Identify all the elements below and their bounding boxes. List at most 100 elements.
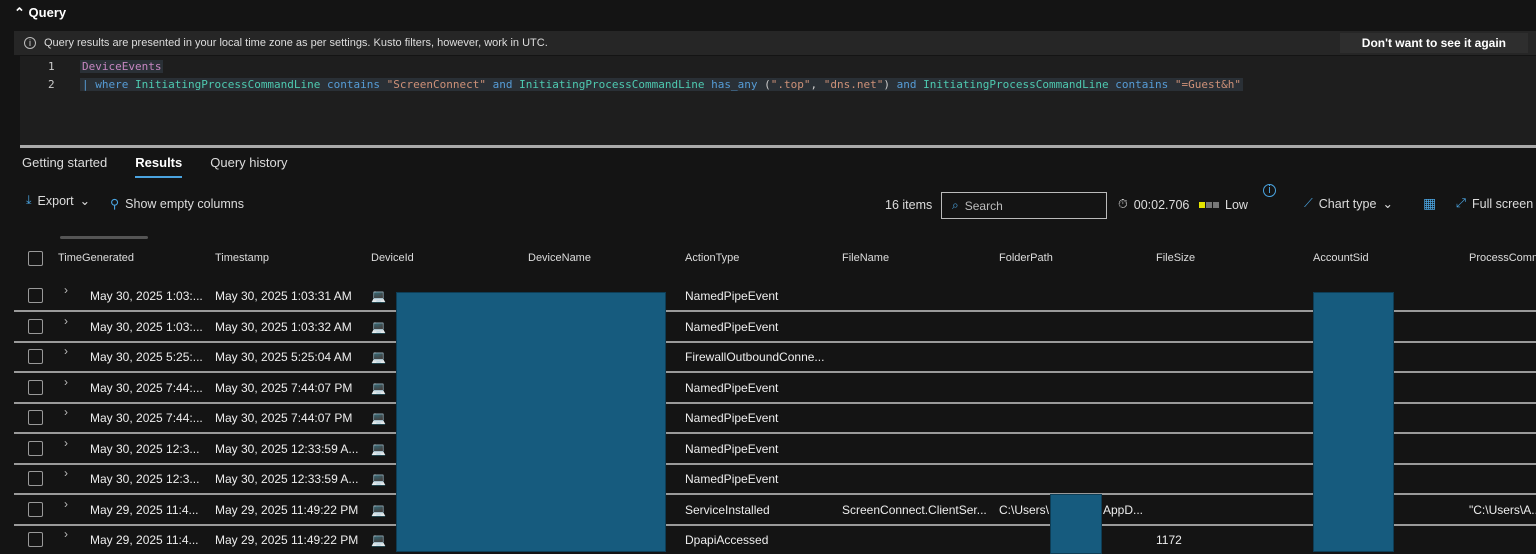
cell-tg: May 30, 2025 5:25:...	[90, 350, 203, 364]
row-checkbox[interactable]	[28, 288, 43, 303]
query-editor[interactable]: 1 DeviceEvents 2 | where InitiatingProcessC…	[20, 56, 1536, 146]
cell-tg: May 29, 2025 11:4...	[90, 502, 199, 517]
row-checkbox[interactable]	[28, 501, 43, 517]
device-icon: 💻	[371, 533, 386, 547]
query-title: Query	[28, 5, 67, 20]
row-checkbox[interactable]	[28, 440, 43, 456]
code-token: InitiatingProcessCommandLine	[134, 78, 321, 91]
cell-cmd: "C:\Users\A...	[1469, 502, 1536, 517]
column-header[interactable]: FileSize	[1156, 252, 1195, 264]
chart-icon: ⟋	[1304, 196, 1313, 210]
column-resize-handle[interactable]	[60, 236, 148, 239]
usage-meter-icon	[1199, 202, 1219, 208]
chevron-up-icon: ⌃	[14, 5, 25, 20]
column-header[interactable]: Timestamp	[215, 252, 269, 264]
code-token: has_any	[704, 78, 765, 91]
search-input[interactable]: ⌕ Search	[941, 192, 1107, 219]
chart-type-button[interactable]: ⟋ Chart type ⌄	[1304, 196, 1393, 211]
cell-folder: C:\Users\	[999, 502, 1050, 517]
row-checkbox[interactable]	[28, 532, 43, 547]
cell-file: ScreenConnect.ClientSer...	[842, 502, 987, 517]
cell-tg: May 29, 2025 11:4...	[90, 533, 199, 547]
columns-icon[interactable]: ▦	[1423, 195, 1436, 212]
cell-tg: May 30, 2025 1:03:...	[90, 289, 203, 303]
chart-type-label: Chart type	[1318, 196, 1377, 211]
redaction-box	[1313, 292, 1394, 552]
cell-action: NamedPipeEvent	[685, 380, 779, 395]
row-checkbox[interactable]	[28, 410, 43, 425]
device-icon: 💻	[371, 380, 386, 395]
row-checkbox[interactable]	[28, 349, 43, 364]
line-number: 1	[48, 60, 55, 73]
column-header[interactable]: ProcessComm	[1469, 252, 1536, 264]
row-checkbox[interactable]	[28, 471, 43, 486]
code-token: contains	[1108, 78, 1175, 91]
table-row[interactable]: › 💻 May 30, 2025 5:25:... May 30, 2025 5:25…	[0, 341, 1536, 371]
query-duration: ⏱ 00:02.706	[1118, 197, 1189, 212]
row-checkbox[interactable]	[28, 379, 43, 395]
full-screen-button[interactable]: ⤢ Full screen	[1456, 196, 1533, 211]
column-header[interactable]: AccountSid	[1313, 252, 1369, 264]
show-empty-columns-button[interactable]: ⚲ Show empty columns	[110, 196, 244, 212]
cell-action: NamedPipeEvent	[685, 411, 779, 425]
table-row[interactable]: › 💻 May 30, 2025 12:3... May 30, 2025 12:33…	[0, 463, 1536, 493]
code-token: and	[486, 78, 520, 91]
show-empty-label: Show empty columns	[125, 196, 244, 211]
column-header[interactable]: DeviceId	[371, 252, 414, 264]
device-icon: 💻	[371, 472, 386, 486]
cell-ts: May 30, 2025 7:44:07 PM	[215, 380, 353, 395]
export-label: Export	[37, 193, 74, 208]
device-icon: 💻	[371, 411, 386, 425]
tab-query-history[interactable]: Query history	[210, 155, 287, 178]
table-row[interactable]: › 💻 May 30, 2025 12:3... May 30, 2025 12:33…	[0, 433, 1536, 463]
editor-scrollbar[interactable]	[20, 145, 1536, 148]
column-header[interactable]: ActionType	[685, 252, 739, 264]
chevron-right-icon[interactable]: ›	[64, 405, 68, 419]
expand-icon: ⤢	[1456, 196, 1467, 210]
chevron-right-icon[interactable]: ›	[64, 497, 68, 511]
cell-action: NamedPipeEvent	[685, 289, 779, 303]
code-token: DeviceEvents	[82, 60, 162, 73]
table-row[interactable]: › 💻 May 30, 2025 7:44:... May 30, 2025 7:44…	[0, 402, 1536, 432]
pin-icon: ⚲	[110, 197, 120, 211]
tab-results[interactable]: Results	[135, 155, 183, 178]
cell-ts: May 30, 2025 5:25:04 AM	[215, 350, 352, 364]
chevron-right-icon[interactable]: ›	[64, 344, 68, 358]
query-section-header[interactable]: ⌃ Query	[14, 5, 66, 21]
table-row[interactable]: › 💻 May 30, 2025 7:44:... May 30, 2025 7:44…	[0, 372, 1536, 402]
chevron-right-icon[interactable]: ›	[64, 283, 68, 297]
cell-action: ServiceInstalled	[685, 502, 770, 517]
search-icon: ⌕	[952, 198, 959, 212]
table-row[interactable]: › 💻 May 30, 2025 1:03:... May 30, 2025 1:03…	[0, 311, 1536, 341]
column-header[interactable]: TimeGenerated	[58, 252, 134, 264]
cell-size: 1172	[1156, 533, 1182, 547]
chevron-right-icon[interactable]: ›	[64, 527, 68, 541]
column-header[interactable]: FolderPath	[999, 252, 1053, 264]
cell-tg: May 30, 2025 1:03:...	[90, 319, 203, 334]
dismiss-button[interactable]: Don't want to see it again	[1339, 33, 1528, 53]
table-row[interactable]: › 💻 May 30, 2025 1:03:... May 30, 2025 1:03…	[0, 280, 1536, 310]
table-row[interactable]: › 💻 May 29, 2025 11:4... May 29, 2025 11:49…	[0, 524, 1536, 554]
chevron-right-icon[interactable]: ›	[64, 314, 68, 328]
chevron-right-icon[interactable]: ›	[64, 436, 68, 450]
cell-folder2: AppD...	[1103, 502, 1144, 517]
column-header[interactable]: FileName	[842, 252, 889, 264]
info-banner: i Query results are presented in your loc…	[14, 31, 1536, 55]
code-token: (	[764, 78, 771, 91]
chevron-right-icon[interactable]: ›	[64, 466, 68, 480]
select-all-checkbox[interactable]	[28, 251, 43, 266]
row-checkbox[interactable]	[28, 318, 43, 334]
chevron-right-icon[interactable]: ›	[64, 375, 68, 389]
code-line: DeviceEvents	[80, 60, 164, 73]
device-icon: 💻	[371, 350, 386, 364]
tab-getting-started[interactable]: Getting started	[22, 155, 107, 178]
table-row[interactable]: › 💻 May 29, 2025 11:4... May 29, 2025 11:49…	[0, 494, 1536, 524]
search-placeholder: Search	[964, 198, 1003, 213]
redaction-box	[396, 292, 666, 552]
cell-ts: May 29, 2025 11:49:22 PM	[215, 533, 359, 547]
cell-tg: May 30, 2025 12:3...	[90, 441, 200, 456]
export-button[interactable]: ⤓ Export ⌄	[26, 193, 90, 208]
info-icon[interactable]: i	[1263, 184, 1276, 197]
code-token: | where	[82, 78, 135, 91]
column-header[interactable]: DeviceName	[528, 252, 591, 264]
